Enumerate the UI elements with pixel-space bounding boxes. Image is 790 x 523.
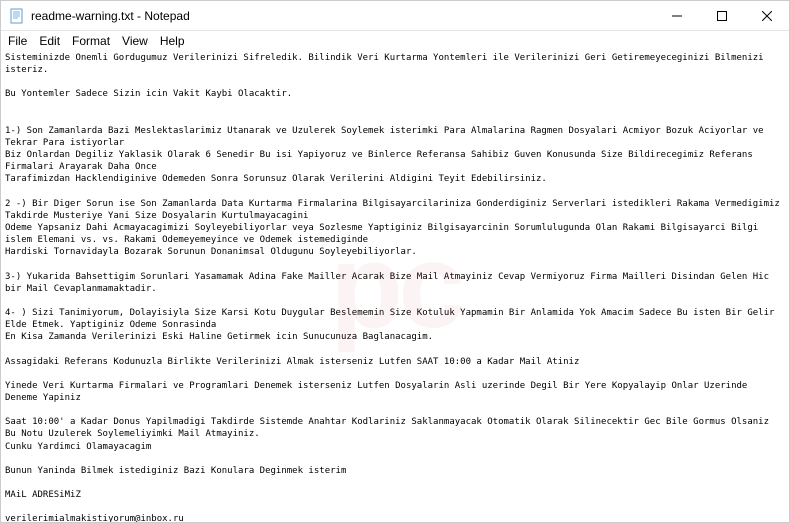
maximize-button[interactable] [699, 1, 744, 30]
titlebar: readme-warning.txt - Notepad [1, 1, 789, 31]
menu-edit[interactable]: Edit [34, 33, 65, 49]
notepad-icon [9, 8, 25, 24]
document-text: Sisteminizde Onemli Gordugumuz Verilerin… [5, 53, 785, 522]
menu-format[interactable]: Format [67, 33, 115, 49]
menu-help[interactable]: Help [155, 33, 190, 49]
menu-file[interactable]: File [3, 33, 32, 49]
titlebar-left: readme-warning.txt - Notepad [1, 8, 190, 24]
window-title: readme-warning.txt - Notepad [31, 9, 190, 23]
text-area[interactable]: Sisteminizde Onemli Gordugumuz Verilerin… [1, 50, 789, 522]
window-controls [654, 1, 789, 30]
menubar: File Edit Format View Help [1, 31, 789, 50]
minimize-button[interactable] [654, 1, 699, 30]
close-button[interactable] [744, 1, 789, 30]
menu-view[interactable]: View [117, 33, 153, 49]
